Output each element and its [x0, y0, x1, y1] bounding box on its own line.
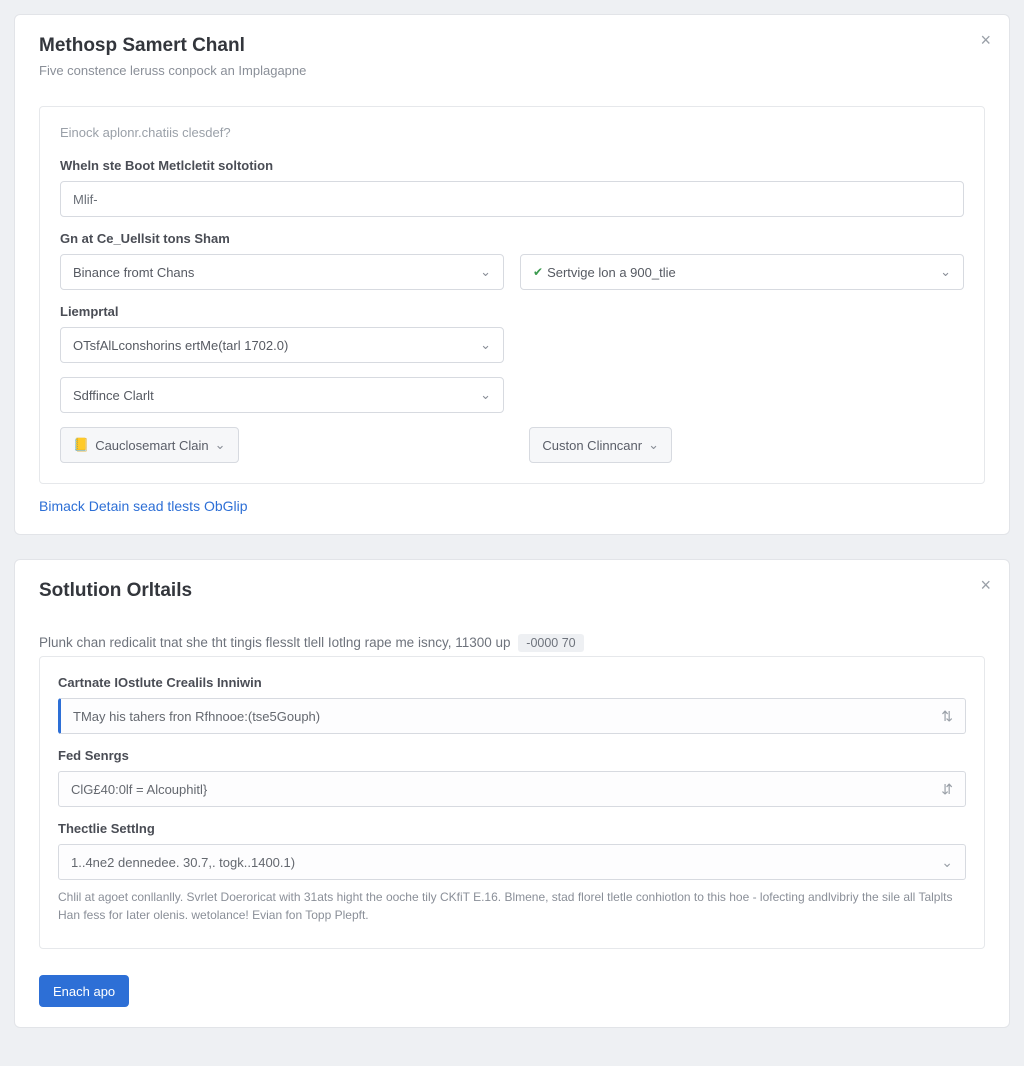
thectile-value: 1..4ne2 dennedee. 30.7,. togk..1400.1) [71, 855, 295, 870]
solution-lead-badge: -0000 70 [518, 634, 583, 652]
chain-panel-header: Methosp Samert Chanl Five constence leru… [15, 15, 1009, 90]
chevron-down-icon: ⌄ [215, 437, 226, 453]
chain-panel-subtitle: Five constence leruss conpock an Implaga… [39, 63, 985, 78]
bimack-link[interactable]: Bimack Detain sead tlests ObGlip [39, 498, 248, 514]
updown-icon: ⇵ [941, 781, 953, 798]
lemportal-select[interactable]: OTsfAlLconshorins ertMe(tarl 1702.0) ⌄ [60, 327, 504, 363]
chain-form-hint: Einock aplonr.chatiis clesdef? [60, 125, 964, 140]
label-cartnate: Cartnate IOstlute Crealils Inniwin [58, 675, 966, 690]
when-input[interactable]: Mlif- [60, 181, 964, 217]
solution-form-box: Cartnate IOstlute Crealils Inniwin TMay … [39, 656, 985, 949]
chain-select[interactable]: Binance fromt Chans ⌄ [60, 254, 504, 290]
cartnate-field[interactable]: TMay his tahers fron Rfhnooe:(tse5Gouph)… [58, 698, 966, 734]
solution-panel: Sotlution Orltails × Plunk chan redicali… [14, 559, 1010, 1028]
chevron-down-icon: ⌄ [940, 264, 951, 280]
solution-panel-title: Sotlution Orltails [39, 580, 985, 602]
chain-panel-title: Methosp Samert Chanl [39, 35, 985, 57]
when-input-value: Mlif- [73, 192, 98, 207]
thectile-select[interactable]: 1..4ne2 dennedee. 30.7,. togk..1400.1) ⌄ [58, 844, 966, 880]
solution-form: Cartnate IOstlute Crealils Inniwin TMay … [15, 656, 1009, 959]
chain-panel-body: Einock aplonr.chatiis clesdef? Wheln ste… [15, 90, 1009, 534]
label-fed: Fed Senrgs [58, 748, 966, 763]
solution-lead-text: Plunk chan redicalit tnat she tht tingis… [39, 635, 511, 650]
cauclosemart-label: Cauclosemart Clain [95, 438, 208, 453]
updown-icon: ⇅ [941, 708, 953, 725]
label-lemportal: Liemprtal [60, 304, 964, 319]
close-icon[interactable]: × [980, 31, 991, 49]
service-select[interactable]: ✔ Sertvige lon a 900_tlie ⌄ [520, 254, 964, 290]
chevron-down-icon: ⌄ [480, 264, 491, 280]
solution-footer: Enach apo [15, 959, 1009, 1027]
enach-button[interactable]: Enach apo [39, 975, 129, 1007]
label-chain: Gn at Ce_Uellsit tons Sham [60, 231, 964, 246]
softline-select-value: Sdffince Clarlt [73, 388, 154, 403]
notebook-icon: 📒 [73, 437, 89, 453]
close-icon[interactable]: × [980, 576, 991, 594]
softline-select[interactable]: Sdffince Clarlt ⌄ [60, 377, 504, 413]
fed-value: ClG£40:0lf = Alcouphitl} [71, 782, 207, 797]
chevron-down-icon: ⌄ [648, 437, 659, 453]
solution-lead: Plunk chan redicalit tnat she tht tingis… [15, 620, 1009, 656]
check-icon: ✔ [533, 265, 543, 279]
chevron-down-icon: ⌄ [480, 337, 491, 353]
cauclosemart-button[interactable]: 📒 Cauclosemart Clain ⌄ [60, 427, 239, 463]
custom-connector-button[interactable]: Custon Clinncanr ⌄ [529, 427, 672, 463]
label-thectile: Thectlie Settlng [58, 821, 966, 836]
chevron-down-icon: ⌄ [941, 854, 953, 871]
chain-form-box: Einock aplonr.chatiis clesdef? Wheln ste… [39, 106, 985, 484]
fed-field[interactable]: ClG£40:0lf = Alcouphitl} ⇵ [58, 771, 966, 807]
custom-connector-label: Custon Clinncanr [542, 438, 642, 453]
label-when: Wheln ste Boot Metlcletit soltotion [60, 158, 964, 173]
lemportal-select-value: OTsfAlLconshorins ertMe(tarl 1702.0) [73, 338, 288, 353]
cartnate-value: TMay his tahers fron Rfhnooe:(tse5Gouph) [73, 709, 320, 724]
chain-select-value: Binance fromt Chans [73, 265, 194, 280]
service-select-value: Sertvige lon a 900_tlie [547, 265, 676, 280]
solution-panel-header: Sotlution Orltails × [15, 560, 1009, 620]
chevron-down-icon: ⌄ [480, 387, 491, 403]
chain-panel: Methosp Samert Chanl Five constence leru… [14, 14, 1010, 535]
thectile-hint: Chlil at agoet conllanlly. Svrlet Doeror… [58, 888, 966, 930]
